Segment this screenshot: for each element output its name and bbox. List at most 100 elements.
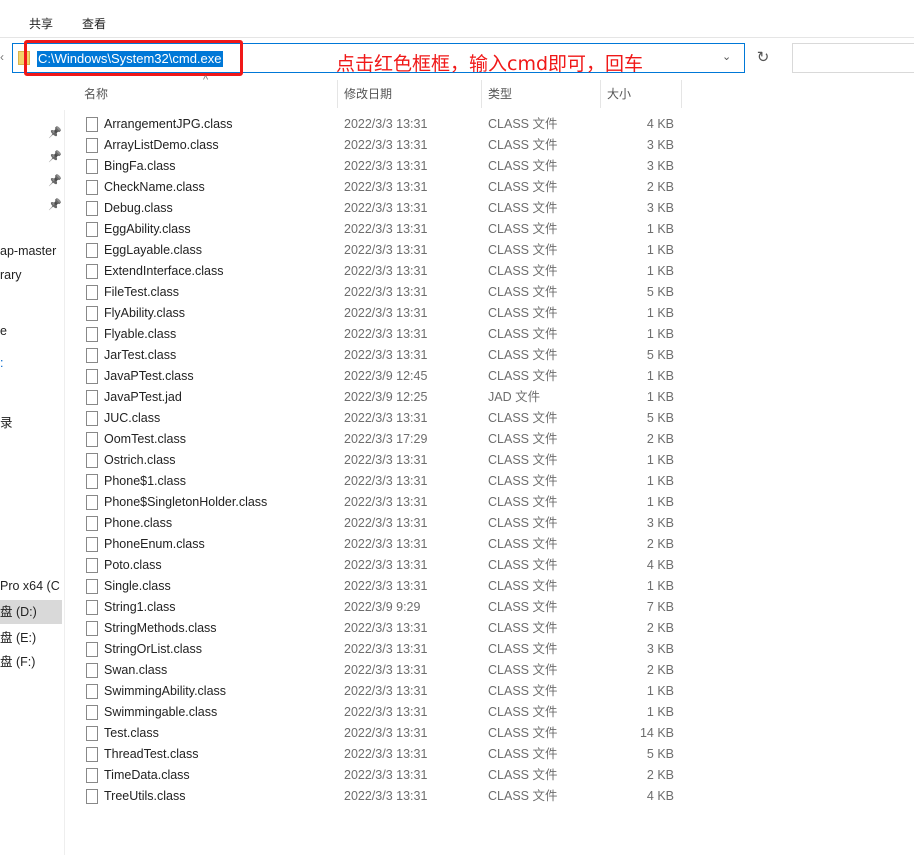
file-icon [86, 747, 98, 762]
file-row[interactable]: PhoneEnum.class 2022/3/3 13:31 CLASS 文件 2 K… [84, 534, 684, 555]
file-row[interactable]: Swimmingable.class 2022/3/3 13:31 CLASS 文件… [84, 702, 684, 723]
column-separator[interactable] [481, 80, 482, 108]
file-row[interactable]: TimeData.class 2022/3/3 13:31 CLASS 文件 2 KB [84, 765, 684, 786]
file-type: CLASS 文件 [488, 684, 558, 698]
file-size: 3 KB [646, 201, 674, 215]
file-row[interactable]: ArrayListDemo.class 2022/3/3 13:31 CLASS 文… [84, 135, 684, 156]
file-row[interactable]: Ostrich.class 2022/3/3 13:31 CLASS 文件 1 KB [84, 450, 684, 471]
nav-item[interactable]: 盘 (F:) [0, 651, 35, 670]
file-row[interactable]: ThreadTest.class 2022/3/3 13:31 CLASS 文件 5 … [84, 744, 684, 765]
column-date[interactable]: 修改日期 [344, 84, 392, 108]
file-row[interactable]: Debug.class 2022/3/3 13:31 CLASS 文件 3 KB [84, 198, 684, 219]
file-row[interactable]: JavaPTest.class 2022/3/9 12:45 CLASS 文件 1 K… [84, 366, 684, 387]
file-date: 2022/3/3 13:31 [344, 348, 428, 362]
file-row[interactable]: ExtendInterface.class 2022/3/3 13:31 CLASS… [84, 261, 684, 282]
file-row[interactable]: JUC.class 2022/3/3 13:31 CLASS 文件 5 KB [84, 408, 684, 429]
nav-item[interactable]: rary [0, 268, 22, 282]
file-row[interactable]: JavaPTest.jad 2022/3/9 12:25 JAD 文件 1 KB [84, 387, 684, 408]
file-row[interactable]: String1.class 2022/3/9 9:29 CLASS 文件 7 KB [84, 597, 684, 618]
nav-item[interactable]: e [0, 324, 7, 338]
file-row[interactable]: EggLayable.class 2022/3/3 13:31 CLASS 文件 1 … [84, 240, 684, 261]
file-type: CLASS 文件 [488, 747, 558, 761]
file-row[interactable]: BingFa.class 2022/3/3 13:31 CLASS 文件 3 KB [84, 156, 684, 177]
file-type: CLASS 文件 [488, 705, 558, 719]
file-size: 5 KB [646, 747, 674, 761]
file-date: 2022/3/3 17:29 [344, 432, 428, 446]
file-size: 2 KB [646, 180, 674, 194]
up-arrow-icon[interactable]: ‹ [0, 50, 4, 64]
file-icon [86, 516, 98, 531]
file-icon [86, 453, 98, 468]
nav-item[interactable]: 盘 (E:) [0, 627, 36, 646]
file-icon [86, 390, 98, 405]
file-icon [86, 642, 98, 657]
nav-item[interactable]: 录 [0, 412, 13, 431]
column-separator[interactable] [337, 80, 338, 108]
nav-item[interactable]: 盘 (D:) [0, 600, 62, 624]
tab-share[interactable]: 共享 [29, 15, 53, 32]
column-name[interactable]: 名称 [84, 84, 108, 108]
file-date: 2022/3/3 13:31 [344, 264, 428, 278]
file-icon [86, 117, 98, 132]
file-row[interactable]: StringOrList.class 2022/3/3 13:31 CLASS 文件… [84, 639, 684, 660]
file-date: 2022/3/3 13:31 [344, 579, 428, 593]
column-separator[interactable] [600, 80, 601, 108]
file-size: 2 KB [646, 537, 674, 551]
file-size: 1 KB [646, 243, 674, 257]
file-icon [86, 474, 98, 489]
file-name: PhoneEnum.class [104, 537, 205, 551]
file-row[interactable]: Phone.class 2022/3/3 13:31 CLASS 文件 3 KB [84, 513, 684, 534]
refresh-icon[interactable]: ↻ [748, 43, 778, 73]
file-date: 2022/3/3 13:31 [344, 621, 428, 635]
file-row[interactable]: FileTest.class 2022/3/3 13:31 CLASS 文件 5 KB [84, 282, 684, 303]
column-separator[interactable] [681, 80, 682, 108]
file-row[interactable]: CheckName.class 2022/3/3 13:31 CLASS 文件 2 K… [84, 177, 684, 198]
file-date: 2022/3/9 12:25 [344, 390, 428, 404]
nav-item[interactable]: Pro x64 (C [0, 579, 60, 593]
file-row[interactable]: EggAbility.class 2022/3/3 13:31 CLASS 文件 1 … [84, 219, 684, 240]
file-name: FileTest.class [104, 285, 180, 299]
file-date: 2022/3/3 13:31 [344, 285, 428, 299]
file-icon [86, 789, 98, 804]
file-row[interactable]: FlyAbility.class 2022/3/3 13:31 CLASS 文件 1 … [84, 303, 684, 324]
chevron-down-icon[interactable]: ⌄ [722, 50, 731, 63]
file-size: 3 KB [646, 159, 674, 173]
file-type: CLASS 文件 [488, 432, 558, 446]
file-row[interactable]: Single.class 2022/3/3 13:31 CLASS 文件 1 KB [84, 576, 684, 597]
file-row[interactable]: Flyable.class 2022/3/3 13:31 CLASS 文件 1 KB [84, 324, 684, 345]
column-type[interactable]: 类型 [488, 84, 512, 108]
file-size: 5 KB [646, 285, 674, 299]
file-row[interactable]: TreeUtils.class 2022/3/3 13:31 CLASS 文件 4 K… [84, 786, 684, 807]
file-size: 2 KB [646, 663, 674, 677]
tab-view[interactable]: 查看 [82, 15, 106, 32]
column-size[interactable]: 大小 [607, 84, 631, 108]
file-icon [86, 201, 98, 216]
file-row[interactable]: OomTest.class 2022/3/3 17:29 CLASS 文件 2 KB [84, 429, 684, 450]
file-row[interactable]: StringMethods.class 2022/3/3 13:31 CLASS 文… [84, 618, 684, 639]
file-name: Debug.class [104, 201, 173, 215]
file-row[interactable]: SwimmingAbility.class 2022/3/3 13:31 CLASS… [84, 681, 684, 702]
file-icon [86, 306, 98, 321]
file-icon [86, 705, 98, 720]
file-row[interactable]: Phone$1.class 2022/3/3 13:31 CLASS 文件 1 KB [84, 471, 684, 492]
file-size: 4 KB [646, 117, 674, 131]
file-icon [86, 621, 98, 636]
file-name: JUC.class [104, 411, 161, 425]
file-row[interactable]: Swan.class 2022/3/3 13:31 CLASS 文件 2 KB [84, 660, 684, 681]
file-row[interactable]: JarTest.class 2022/3/3 13:31 CLASS 文件 5 KB [84, 345, 684, 366]
file-date: 2022/3/9 12:45 [344, 369, 428, 383]
file-icon [86, 495, 98, 510]
file-date: 2022/3/3 13:31 [344, 558, 428, 572]
file-date: 2022/3/3 13:31 [344, 474, 428, 488]
file-row[interactable]: ArrangementJPG.class 2022/3/3 13:31 CLASS … [84, 114, 684, 135]
file-row[interactable]: Poto.class 2022/3/3 13:31 CLASS 文件 4 KB [84, 555, 684, 576]
file-name: Phone$1.class [104, 474, 187, 488]
file-row[interactable]: Phone$SingletonHolder.class 2022/3/3 13:3… [84, 492, 684, 513]
nav-item[interactable]: : [0, 356, 3, 370]
file-row[interactable]: Test.class 2022/3/3 13:31 CLASS 文件 14 KB [84, 723, 684, 744]
nav-item[interactable]: ap-master [0, 244, 56, 258]
file-icon [86, 369, 98, 384]
search-input[interactable] [792, 43, 914, 73]
file-size: 1 KB [646, 327, 674, 341]
file-size: 4 KB [646, 789, 674, 803]
